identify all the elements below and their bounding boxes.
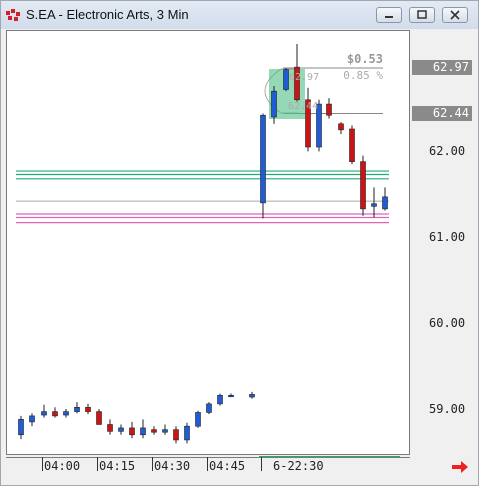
candle-body xyxy=(338,123,344,131)
candlestick-chart: $0.53 0.85 % 62.97 62.44 xyxy=(16,43,389,444)
candle-body xyxy=(195,412,201,427)
candle-body xyxy=(107,424,113,432)
y-tick-label: 59.00 xyxy=(429,402,466,416)
x-tick-mark xyxy=(97,457,98,471)
candle-body xyxy=(151,429,157,433)
x-tick-label: 6-22:30 xyxy=(273,459,324,473)
candle-body xyxy=(52,411,58,417)
price-tag-low: 62.44 xyxy=(412,106,472,121)
x-tick-label: 04:45 xyxy=(209,459,246,473)
x-tick-mark xyxy=(207,457,208,471)
plot-area[interactable]: $0.53 0.85 % 62.97 62.44 xyxy=(6,30,410,455)
x-tick-label: 04:30 xyxy=(154,459,191,473)
candle-body xyxy=(206,403,212,413)
candle-body xyxy=(29,415,35,423)
title-bar[interactable]: S.EA - Electronic Arts, 3 Min xyxy=(1,1,478,29)
candle-body xyxy=(74,407,80,412)
close-icon xyxy=(450,10,460,20)
low-label: 62.44 xyxy=(288,101,318,112)
candle-body xyxy=(96,411,102,425)
candle-body xyxy=(140,427,146,436)
change-percent: 0.85 % xyxy=(343,69,383,82)
scroll-right-arrow-icon[interactable] xyxy=(451,461,469,473)
y-tick-label: 61.00 xyxy=(429,230,466,244)
candle-body xyxy=(184,425,190,441)
candle-body xyxy=(129,427,135,436)
app-icon xyxy=(6,9,20,21)
candle-body xyxy=(326,103,332,116)
candle-body xyxy=(162,429,168,433)
candle-body xyxy=(18,419,24,436)
candle-body xyxy=(217,394,223,405)
candle-body xyxy=(271,90,277,118)
x-tick-mark xyxy=(152,457,153,471)
x-tick-label: 04:15 xyxy=(99,459,136,473)
high-label: 62.97 xyxy=(289,72,319,83)
candle-body xyxy=(283,69,289,90)
candle-body xyxy=(173,429,179,441)
change-amount: $0.53 xyxy=(347,52,383,66)
close-button[interactable] xyxy=(442,7,468,23)
maximize-button[interactable] xyxy=(409,7,435,23)
x-tick-mark xyxy=(42,457,43,471)
y-tick-label: 60.00 xyxy=(429,316,466,330)
y-tick-label: 62.00 xyxy=(429,144,466,158)
price-tag-high: 62.97 xyxy=(412,60,472,75)
candle-body xyxy=(371,203,377,207)
window-title: S.EA - Electronic Arts, 3 Min xyxy=(26,7,189,22)
candle-body xyxy=(85,407,91,412)
candle-body xyxy=(382,196,388,210)
candle-body xyxy=(349,128,355,162)
x-tick-label: 04:00 xyxy=(44,459,81,473)
candle-body xyxy=(249,394,255,398)
candle-body xyxy=(118,427,124,432)
chart-window: S.EA - Electronic Arts, 3 Min $0.53 0.85 … xyxy=(0,0,479,486)
candle-body xyxy=(228,394,234,398)
candle-body xyxy=(41,411,47,416)
x-tick-mark xyxy=(261,457,262,471)
minimize-button[interactable] xyxy=(376,7,402,23)
candle-body xyxy=(360,161,366,210)
minimize-icon xyxy=(385,16,393,18)
candle-body xyxy=(63,411,69,416)
candle-body xyxy=(260,114,266,204)
maximize-icon xyxy=(417,10,427,19)
